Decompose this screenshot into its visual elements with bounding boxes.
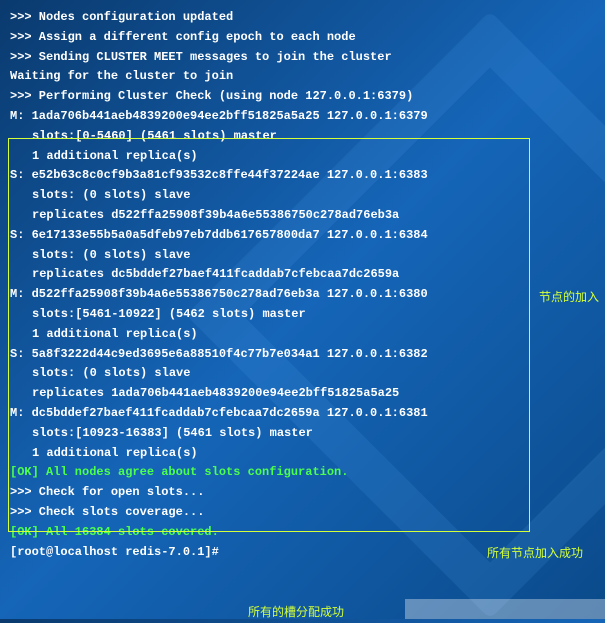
annotation-label: 所有的槽分配成功: [248, 603, 344, 623]
node-replica: 1 additional replica(s): [10, 325, 605, 345]
decorative-overlay: [405, 599, 605, 619]
node-slave: S: 5a8f3222d44c9ed3695e6a88510f4c77b7e03…: [10, 345, 605, 365]
ok-status: [OK] All 16384 slots covered.: [10, 523, 605, 543]
terminal-line: >>> Sending CLUSTER MEET messages to joi…: [10, 48, 605, 68]
terminal-line: >>> Assign a different config epoch to e…: [10, 28, 605, 48]
ok-status: [OK] All nodes agree about slots configu…: [10, 463, 605, 483]
node-slots: slots:[5461-10922] (5462 slots) master: [10, 305, 605, 325]
terminal-line: >>> Check slots coverage...: [10, 503, 605, 523]
node-slots: slots:[0-5460] (5461 slots) master: [10, 127, 605, 147]
terminal-line: >>> Performing Cluster Check (using node…: [10, 87, 605, 107]
node-slots: slots: (0 slots) slave: [10, 246, 605, 266]
node-master: M: d522ffa25908f39b4a6e55386750c278ad76e…: [10, 285, 605, 305]
annotation-label: 所有节点加入成功: [487, 544, 583, 564]
node-master: M: dc5bddef27baef411fcaddab7cfebcaa7dc26…: [10, 404, 605, 424]
node-replica: 1 additional replica(s): [10, 147, 605, 167]
node-slave: S: 6e17133e55b5a0a5dfeb97eb7ddb617657800…: [10, 226, 605, 246]
node-slave: S: e52b63c8c0cf9b3a81cf93532c8ffe44f3722…: [10, 166, 605, 186]
terminal-line: Waiting for the cluster to join: [10, 67, 605, 87]
terminal-line: >>> Check for open slots...: [10, 483, 605, 503]
node-slots: slots: (0 slots) slave: [10, 186, 605, 206]
node-replica: 1 additional replica(s): [10, 444, 605, 464]
node-slots: slots: (0 slots) slave: [10, 364, 605, 384]
node-replicates: replicates d522ffa25908f39b4a6e55386750c…: [10, 206, 605, 226]
node-slots: slots:[10923-16383] (5461 slots) master: [10, 424, 605, 444]
node-replicates: replicates dc5bddef27baef411fcaddab7cfeb…: [10, 265, 605, 285]
node-master: M: 1ada706b441aeb4839200e94ee2bff51825a5…: [10, 107, 605, 127]
terminal-line: >>> Nodes configuration updated: [10, 8, 605, 28]
annotation-label: 节点的加入: [539, 288, 599, 308]
node-replicates: replicates 1ada706b441aeb4839200e94ee2bf…: [10, 384, 605, 404]
